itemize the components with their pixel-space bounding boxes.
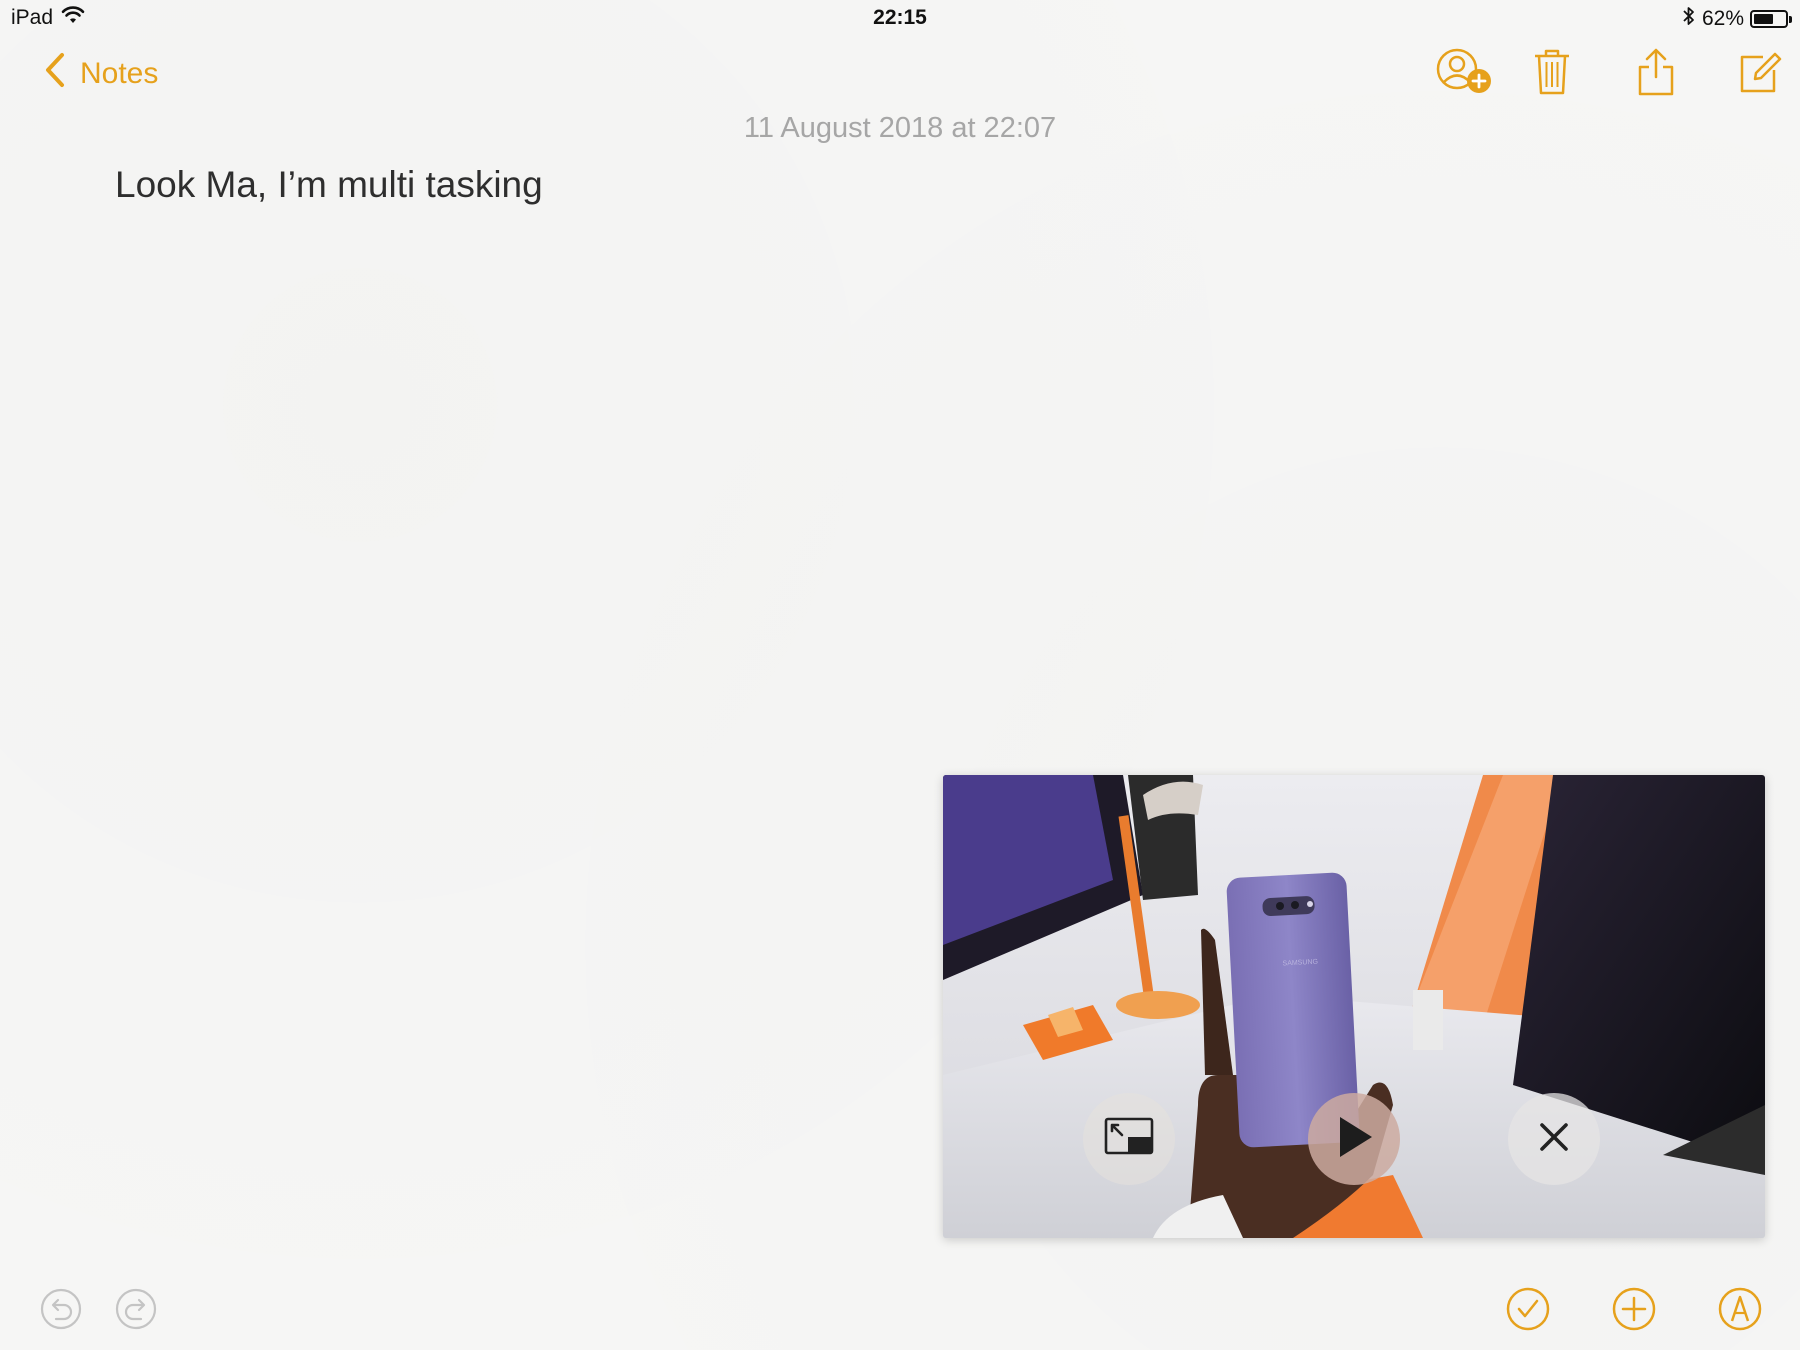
add-person-icon bbox=[1435, 47, 1497, 102]
share-icon bbox=[1636, 47, 1676, 102]
markup-button[interactable] bbox=[1716, 1287, 1764, 1335]
trash-icon bbox=[1532, 48, 1572, 101]
battery-percent: 62% bbox=[1701, 7, 1744, 30]
battery-icon bbox=[1750, 10, 1792, 28]
trash-button[interactable] bbox=[1522, 46, 1582, 102]
status-right: 62% bbox=[1682, 6, 1792, 32]
note-date: 11 August 2018 at 22:07 bbox=[743, 112, 1057, 144]
add-button[interactable] bbox=[1610, 1287, 1658, 1335]
bluetooth-icon bbox=[1682, 6, 1696, 32]
back-to-notes-button[interactable]: Notes bbox=[44, 52, 158, 96]
battery-level bbox=[1754, 14, 1773, 24]
restore-icon bbox=[1104, 1117, 1154, 1162]
back-label: Notes bbox=[80, 57, 159, 90]
undo-icon bbox=[39, 1287, 83, 1336]
compose-button[interactable] bbox=[1730, 46, 1790, 102]
checklist-button[interactable] bbox=[1504, 1287, 1552, 1335]
status-time: 22:15 bbox=[873, 6, 927, 29]
undo-button[interactable] bbox=[37, 1287, 85, 1335]
redo-button[interactable] bbox=[112, 1287, 160, 1335]
status-bar: iPad 22:15 62% bbox=[0, 0, 1800, 36]
checklist-icon bbox=[1505, 1286, 1551, 1337]
add-person-button[interactable] bbox=[1436, 46, 1496, 102]
chevron-left-icon bbox=[44, 52, 66, 96]
restore-video-button[interactable] bbox=[1083, 1093, 1175, 1185]
picture-in-picture-video[interactable]: SAMSUNG bbox=[943, 775, 1765, 1238]
share-button[interactable] bbox=[1626, 46, 1686, 102]
add-icon bbox=[1611, 1286, 1657, 1337]
play-icon bbox=[1332, 1114, 1376, 1165]
compose-icon bbox=[1738, 49, 1782, 100]
note-body-text[interactable]: Look Ma, I’m multi tasking bbox=[115, 164, 543, 206]
play-button[interactable] bbox=[1308, 1093, 1400, 1185]
close-video-button[interactable] bbox=[1508, 1093, 1600, 1185]
markup-icon bbox=[1717, 1286, 1763, 1337]
redo-icon bbox=[114, 1287, 158, 1336]
close-icon bbox=[1538, 1121, 1570, 1158]
